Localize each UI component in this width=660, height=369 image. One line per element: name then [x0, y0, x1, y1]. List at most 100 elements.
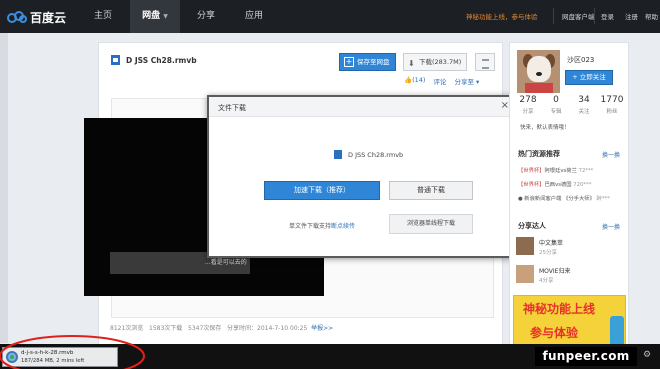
report-link[interactable]: 举报>> [311, 325, 333, 332]
download-item[interactable]: d-j-s-s-h-k-28.rmvb 187/284 MB, 2 mins l… [2, 347, 118, 367]
file-actions-row: 👍(14) 评论 分享至 ▾ [404, 76, 479, 86]
help-link[interactable]: 帮助 [645, 11, 658, 21]
dog-nose [536, 72, 542, 76]
divider [553, 8, 554, 24]
stat-following[interactable]: 34 关注 [572, 95, 596, 115]
like-button[interactable]: 👍(14) [404, 76, 425, 86]
nav-apps-label: 应用 [244, 11, 263, 21]
top-sharers-title: 分享达人 [518, 222, 546, 230]
nav-share-label: 分享 [196, 11, 215, 21]
save-to-netdisk-button[interactable]: + 保存至网盘 [339, 53, 396, 71]
stat-label: 粉丝 [606, 109, 618, 115]
stat-num: 1770 [600, 95, 624, 105]
settings-icon: ⚙ [643, 350, 652, 360]
res-tag: 【世界杯】 [518, 168, 545, 174]
file-stats: 8121次浏览 1583次下载 5347次保存 分享时间：2014-7-10 0… [110, 323, 333, 332]
save-label: 保存至网盘 [357, 58, 390, 66]
list-item[interactable]: ● 新浪新闻客户端 《分手大师》 醉*** [518, 194, 626, 202]
video-file-icon [334, 150, 342, 159]
stat-label: 专辑 [550, 109, 562, 115]
sharer-sidebar: 沙区023 + 立即关注 278 分享 0 专辑 34 关注 1770 粉丝 快来，默认… [509, 42, 629, 362]
avatar[interactable] [517, 50, 560, 93]
dialog-title: 文件下载 [218, 104, 246, 112]
video-subtitle: ...看是可以去的 [205, 259, 247, 266]
register-link[interactable]: 注册 [625, 11, 638, 21]
promo-link[interactable]: 神秘功能上线，参与体验 [466, 11, 538, 21]
close-icon[interactable]: × [501, 100, 509, 111]
downloads-count: 1583次下载 [149, 325, 183, 332]
sharer-count: 4分享 [539, 278, 554, 284]
fast-download-button[interactable]: 加速下载（推荐） [264, 181, 380, 200]
nav-share[interactable]: 分享 [186, 0, 226, 33]
res-text: 阿根廷vs荷兰 [544, 168, 577, 174]
chevron-down-icon: ▼ [163, 13, 168, 20]
download-button[interactable]: ⬇ 下载(283.7M) [403, 53, 467, 71]
login-link[interactable]: 登录 [601, 11, 614, 21]
share-time: 分享时间：2014-7-10 00:25 [227, 325, 308, 332]
logo-text: 百度云 [30, 10, 67, 25]
res-count: 醉*** [596, 196, 610, 202]
cloud-logo-icon [6, 11, 28, 23]
download-icon: ⬇ [408, 59, 415, 68]
thumbs-up-icon: 👍 [404, 76, 413, 84]
file-download-dialog: 文件下载 × D JSS Ch28.rmvb 加速下载（推荐） 普通下载 单文件… [207, 95, 519, 258]
like-count: (14) [412, 76, 426, 84]
nav-home[interactable]: 主页 [82, 0, 124, 33]
download-label: 下载(283.7M) [419, 58, 462, 66]
res-tag: 【世界杯】 [518, 182, 545, 188]
more-options-button[interactable] [475, 53, 495, 71]
dog-face [527, 56, 551, 82]
ad-headline: 神秘功能上线 [523, 302, 596, 316]
list-item[interactable]: 【世界杯】阿根廷vs荷兰 72*** [518, 166, 626, 174]
dialog-header: 文件下载 × [209, 97, 517, 117]
comment-link[interactable]: 评论 [433, 76, 446, 86]
video-file-icon [111, 55, 120, 65]
stat-num: 0 [553, 95, 559, 105]
hot-refresh-link[interactable]: 换一换 [602, 150, 620, 159]
nav-netdisk-label: 网盘 [142, 11, 161, 21]
client-link[interactable]: 网盘客户端 [562, 11, 595, 21]
divider [594, 8, 595, 24]
sharer-item[interactable]: MOVIE归来 4分享 [516, 265, 626, 287]
res-count: 72*** [578, 168, 594, 174]
browser-download-button[interactable]: 浏览器单线程下载 [389, 214, 473, 234]
follow-button[interactable]: + 立即关注 [565, 70, 613, 85]
res-count: 720*** [573, 182, 592, 188]
normal-download-button[interactable]: 普通下载 [389, 181, 473, 200]
plus-icon: + [344, 57, 354, 67]
resume-prefix: 单文件下载支持 [288, 223, 331, 230]
res-text: ● 新浪新闻客户端 《分手大师》 [518, 196, 595, 202]
list-item[interactable]: 【世界杯】巴西vs德国 720*** [518, 180, 626, 188]
sharer-count: 25分享 [539, 250, 557, 256]
phone-icon [610, 316, 624, 346]
stat-fans[interactable]: 1770 粉丝 [600, 95, 624, 115]
share-to-link[interactable]: 分享至 ▾ [454, 76, 479, 86]
stat-albums[interactable]: 0 专辑 [544, 95, 568, 115]
user-name[interactable]: 沙区023 [567, 55, 594, 65]
stat-label: 分享 [522, 109, 534, 115]
baidu-cloud-logo[interactable]: 百度云 [6, 8, 66, 26]
saves-count: 5347次保存 [188, 325, 222, 332]
hot-resources-title: 热门资源推荐 [518, 150, 560, 158]
res-text: 巴西vs德国 [544, 182, 572, 188]
nav-apps[interactable]: 应用 [234, 0, 274, 33]
avatar [516, 265, 534, 283]
download-file-name: d-j-s-s-h-k-28.rmvb [21, 350, 74, 356]
left-edge-strip [0, 33, 8, 343]
dialog-file-name: D JSS Ch28.rmvb [348, 151, 404, 159]
user-motto: 快来，默认表情哦！ [520, 125, 570, 131]
nav-netdisk[interactable]: 网盘 ▼ [130, 0, 180, 33]
sharers-refresh-link[interactable]: 换一换 [602, 222, 620, 231]
dog-collar [525, 83, 553, 93]
stat-shares[interactable]: 278 分享 [516, 95, 540, 115]
sharer-item[interactable]: 中文集萃 25分享 [516, 237, 626, 259]
stat-num: 34 [578, 95, 590, 105]
nav-home-label: 主页 [93, 11, 112, 21]
download-progress-icon [6, 351, 18, 363]
resume-link[interactable]: 断点续传 [331, 223, 355, 230]
stat-num: 278 [519, 95, 537, 105]
chevron-down-icon: ▾ [473, 78, 480, 86]
watermark: funpeer.com [535, 347, 637, 366]
avatar [516, 237, 534, 255]
views-count: 8121次浏览 [110, 325, 144, 332]
